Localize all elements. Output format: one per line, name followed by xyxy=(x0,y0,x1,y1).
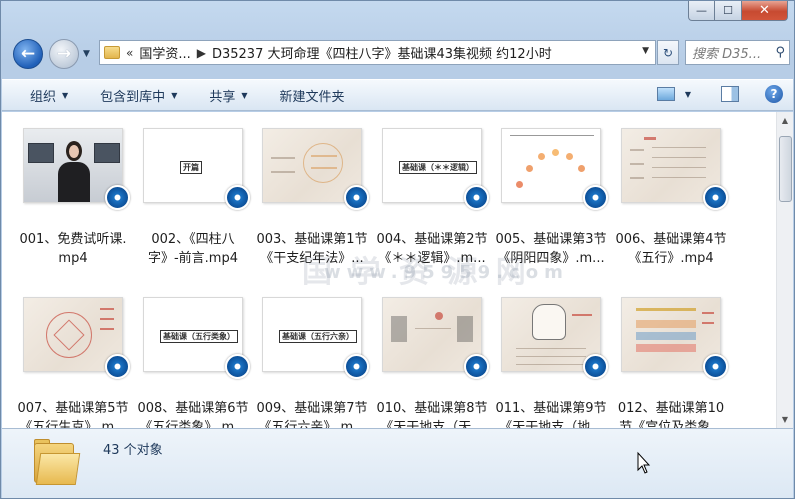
forward-button[interactable]: → xyxy=(49,39,79,69)
item-count: 43 个对象 xyxy=(103,443,163,458)
person-body xyxy=(58,162,90,202)
address-dropdown-icon[interactable]: ▼ xyxy=(642,46,649,56)
file-name: 010、基础课第8节 《天干地支（天... xyxy=(376,401,488,428)
minimize-button[interactable]: — xyxy=(688,1,715,21)
file-item[interactable]: 003、基础课第1节 《干支纪年法》... xyxy=(253,128,371,278)
vertical-scrollbar[interactable]: ▲ ▼ xyxy=(776,112,793,428)
video-file-icon xyxy=(583,354,608,379)
caption-buttons: — ☐ ✕ xyxy=(688,1,788,21)
search-icon[interactable]: ⚲ xyxy=(775,45,785,60)
video-file-icon xyxy=(105,185,130,210)
video-file-icon xyxy=(464,185,489,210)
file-item[interactable]: 007、基础课第5节 《五行生克》.m... xyxy=(14,297,132,428)
file-item[interactable]: 006、基础课第4节 《五行》.mp4 xyxy=(612,128,730,278)
file-item[interactable]: 基础课（＊＊逻辑） 004、基础课第2节 《＊＊逻辑》.m... xyxy=(373,128,491,278)
chevron-down-icon: ▼ xyxy=(241,90,248,100)
address-bar[interactable]: « 国学资... ▶ D35237 大珂命理《四柱八字》基础课43集视频 约12… xyxy=(99,40,656,65)
file-list: 国 学 资 源 网 www.95959.com 001、免费试听课. mp4 开篇… xyxy=(2,112,793,428)
thumbnail-title: 基础课（五行类象） xyxy=(160,330,238,343)
video-file-icon xyxy=(464,354,489,379)
new-folder-label: 新建文件夹 xyxy=(279,89,345,105)
preview-pane-icon[interactable] xyxy=(721,86,739,102)
file-name: 006、基础课第4节 《五行》.mp4 xyxy=(615,232,727,266)
scrollbar-thumb[interactable] xyxy=(779,136,792,202)
share-label: 共享 xyxy=(209,89,236,105)
breadcrumb-item[interactable]: 国学资... xyxy=(139,43,190,62)
file-name: 011、基础课第9节 《天干地支（地... xyxy=(495,401,607,428)
folder-icon xyxy=(34,439,81,485)
video-file-icon xyxy=(344,354,369,379)
video-file-icon xyxy=(583,185,608,210)
file-name: 012、基础课第10 节《宫位及类象... xyxy=(617,401,725,428)
change-view-icon[interactable] xyxy=(656,87,675,101)
back-button[interactable]: ← xyxy=(13,39,43,69)
help-icon[interactable]: ? xyxy=(765,85,783,103)
view-dropdown-icon[interactable]: ▼ xyxy=(685,90,691,99)
file-name: 005、基础课第3节 《阴阳四象》.m... xyxy=(495,232,607,266)
monitor-image xyxy=(94,143,120,163)
search-placeholder: 搜索 D35... xyxy=(692,47,762,62)
file-item[interactable]: 010、基础课第8节 《天干地支（天... xyxy=(373,297,491,428)
navigation-bar: ← → ▼ « 国学资... ▶ D35237 大珂命理《四柱八字》基础课43集… xyxy=(7,35,790,73)
file-name: 009、基础课第7节 《五行六亲》.m... xyxy=(256,401,368,428)
include-in-library-label: 包含到库中 xyxy=(100,89,166,105)
thumbnail-title: 开篇 xyxy=(180,161,202,174)
command-bar: 组织 ▼ 包含到库中 ▼ 共享 ▼ 新建文件夹 ▼ ? xyxy=(2,79,793,111)
file-item[interactable]: 005、基础课第3节 《阴阳四象》.m... xyxy=(492,128,610,278)
file-item[interactable]: 开篇 002、《四柱八 字》-前言.mp4 xyxy=(134,128,252,278)
file-name: 004、基础课第2节 《＊＊逻辑》.m... xyxy=(376,232,488,266)
chevron-down-icon: ▼ xyxy=(62,90,69,100)
video-file-icon xyxy=(225,354,250,379)
breadcrumb-item[interactable]: D35237 大珂命理《四柱八字》基础课43集视频 约12小时 xyxy=(212,43,552,62)
file-item[interactable]: 012、基础课第10 节《宫位及类象... xyxy=(612,297,730,428)
scroll-down-icon[interactable]: ▼ xyxy=(777,411,793,428)
organize-button[interactable]: 组织 ▼ xyxy=(30,86,68,105)
file-name: 008、基础课第6节 《五行类象》.m... xyxy=(137,401,249,428)
file-item[interactable]: 基础课（五行六亲） 009、基础课第7节 《五行六亲》.m... xyxy=(253,297,371,428)
video-file-icon xyxy=(344,185,369,210)
file-name: 001、免费试听课. mp4 xyxy=(19,232,127,266)
folder-icon xyxy=(104,46,120,59)
include-in-library-button[interactable]: 包含到库中 ▼ xyxy=(100,86,177,105)
share-button[interactable]: 共享 ▼ xyxy=(209,86,247,105)
file-name: 003、基础课第1节 《干支纪年法》... xyxy=(256,232,368,266)
close-button[interactable]: ✕ xyxy=(742,1,788,21)
maximize-button[interactable]: ☐ xyxy=(715,1,742,21)
person-face xyxy=(69,145,79,158)
file-name: 002、《四柱八 字》-前言.mp4 xyxy=(147,232,238,266)
thumbnail-title: 基础课（五行六亲） xyxy=(279,330,357,343)
monitor-image xyxy=(28,143,54,163)
file-item[interactable]: 011、基础课第9节 《天干地支（地... xyxy=(492,297,610,428)
scroll-up-icon[interactable]: ▲ xyxy=(777,112,793,129)
details-pane: 43 个对象 xyxy=(2,428,793,498)
video-file-icon xyxy=(105,354,130,379)
file-name: 007、基础课第5节 《五行生克》.m... xyxy=(17,401,129,428)
file-item[interactable]: 基础课（五行类象） 008、基础课第6节 《五行类象》.m... xyxy=(134,297,252,428)
mouse-cursor-icon xyxy=(637,451,651,474)
recent-pages-dropdown-icon[interactable]: ▼ xyxy=(83,49,90,59)
view-controls: ▼ ? xyxy=(656,85,783,103)
chevron-right-icon[interactable]: ▶ xyxy=(197,46,206,60)
chevron-down-icon: ▼ xyxy=(171,90,178,100)
file-item[interactable]: 001、免费试听课. mp4 xyxy=(14,128,132,278)
thumbnail-title: 基础课（＊＊逻辑） xyxy=(399,161,477,174)
search-input[interactable]: 搜索 D35... ⚲ xyxy=(685,40,790,65)
new-folder-button[interactable]: 新建文件夹 xyxy=(280,86,345,105)
explorer-window: — ☐ ✕ ← → ▼ « 国学资... ▶ D35237 大珂命理《四柱八字》… xyxy=(0,0,795,499)
video-file-icon xyxy=(703,354,728,379)
organize-label: 组织 xyxy=(30,89,57,105)
video-file-icon xyxy=(225,185,250,210)
video-file-icon xyxy=(703,185,728,210)
breadcrumb-overflow[interactable]: « xyxy=(126,46,133,60)
refresh-button[interactable]: ↻ xyxy=(657,40,679,65)
